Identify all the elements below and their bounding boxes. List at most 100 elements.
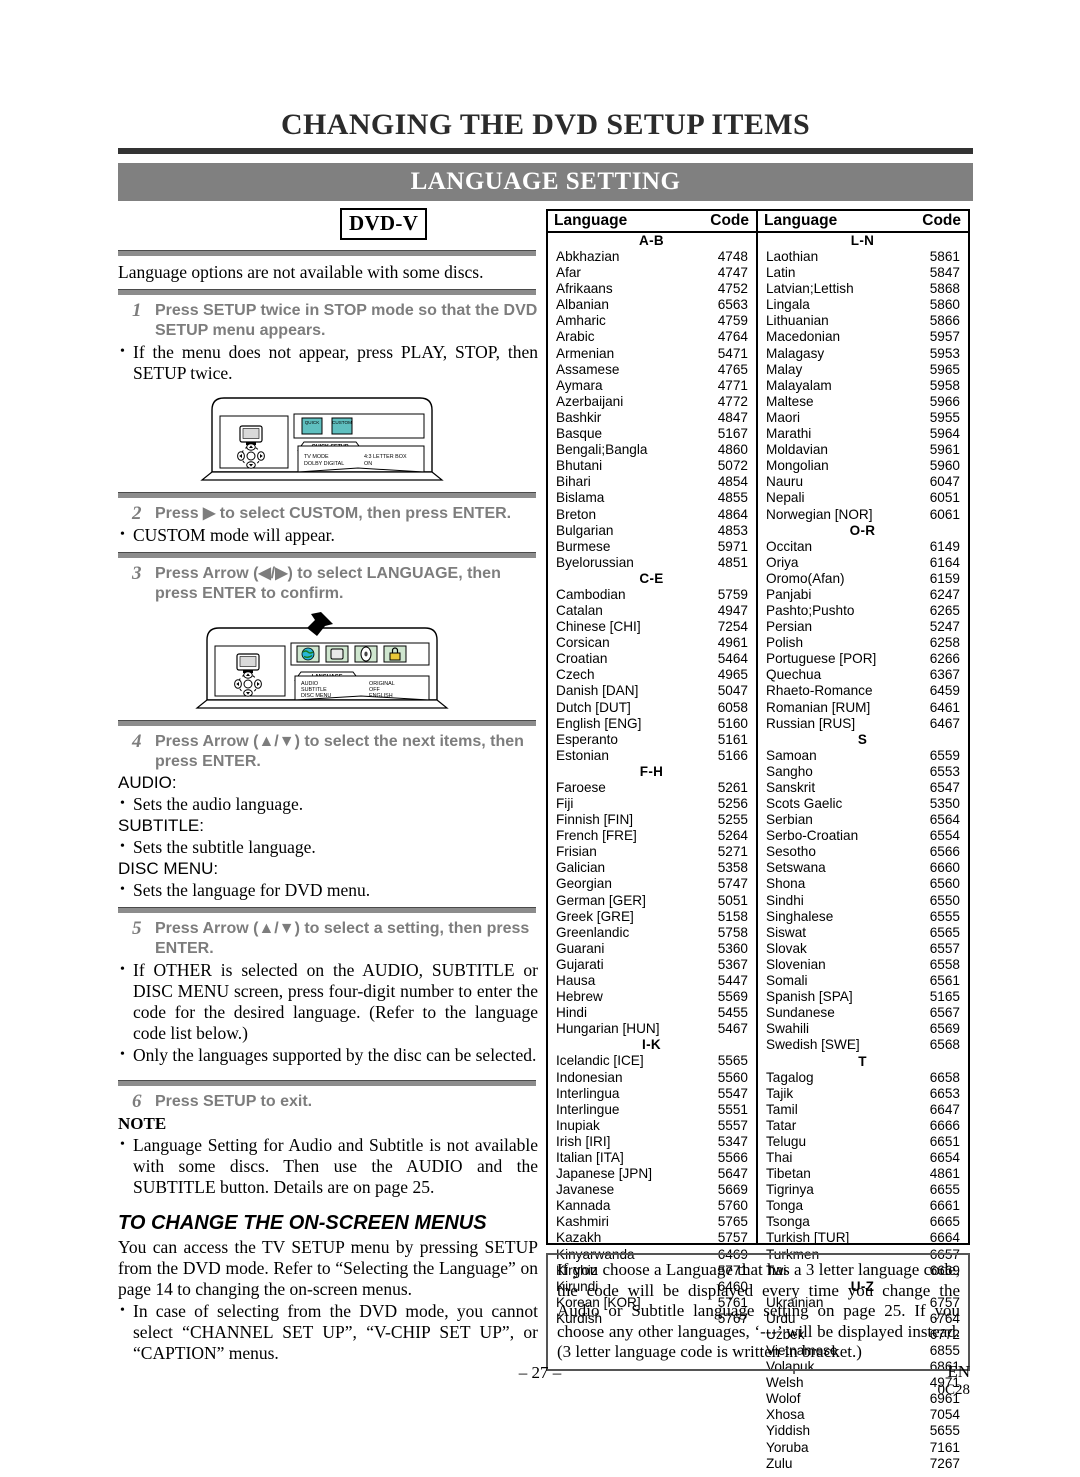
table-row: Hausa 5447 (554, 973, 749, 989)
divider (118, 1080, 536, 1086)
table-row: Breton 4864 (554, 507, 749, 523)
step-5-bullet-1: If OTHER is selected on the AUDIO, SUBTI… (118, 959, 538, 1044)
language-code: 5447 (717, 973, 748, 989)
language-name: Bulgarian (556, 522, 614, 538)
audio-label: AUDIO: (118, 773, 177, 792)
table-row: Tatar 6666 (764, 1118, 961, 1134)
language-code: 5261 (717, 779, 748, 795)
table-row: Nauru 6047 (764, 474, 961, 490)
step-3-number: 3 (132, 563, 142, 584)
language-name: Assamese (556, 361, 620, 377)
table-row: Shona 6560 (764, 876, 961, 892)
table-row: Basque 5167 (554, 426, 749, 442)
language-code: 7254 (717, 619, 748, 635)
table-row: Czech 4965 (554, 667, 749, 683)
table-column-left: Language Code A-B Abkhazian 4748 Afar 4747 Af… (548, 211, 758, 1326)
language-code: 6563 (717, 297, 748, 313)
language-name: Somali (766, 973, 808, 989)
language-code: 6559 (929, 747, 960, 763)
three-letter-code-note: If you choose a Language that has a 3 le… (546, 1253, 970, 1371)
language-code: 6058 (717, 699, 748, 715)
table-row: Siswat 6565 (764, 925, 961, 941)
language-name: Turkish [TUR] (766, 1230, 850, 1246)
tv-mode-label: TV MODE (304, 454, 329, 460)
language-code: 6561 (929, 973, 960, 989)
language-name: Sesotho (766, 844, 816, 860)
language-code: 6558 (929, 956, 960, 972)
language-name: Persian (766, 619, 813, 635)
table-row: Bengali;Bangla 4860 (554, 442, 749, 458)
language-name: Zulu (766, 1455, 793, 1471)
language-code: 5256 (717, 796, 748, 811)
language-name: Moldavian (766, 442, 828, 458)
section-banner-label: LANGUAGE SETTING (410, 168, 681, 195)
language-name: Afar (556, 265, 581, 281)
language-code: 4759 (717, 313, 748, 329)
language-code: 4747 (717, 265, 748, 281)
table-row: Guarani 5360 (554, 941, 749, 957)
table-row: Polish 6258 (764, 635, 961, 651)
language-code: 5557 (717, 1117, 748, 1133)
language-name: Corsican (556, 635, 610, 651)
step-6-number: 6 (132, 1091, 142, 1112)
language-name: Serbian (766, 812, 813, 828)
disc-menu-label: DISC MENU: (118, 859, 219, 878)
language-code: 5655 (929, 1423, 960, 1439)
language-name: Spanish [SPA] (766, 989, 853, 1005)
language-name: Italian [ITA] (556, 1149, 624, 1165)
language-code: 6461 (929, 699, 960, 715)
language-code: 5953 (929, 345, 960, 361)
disc-menu-description: Sets the language for DVD menu. (118, 879, 538, 901)
language-name: Danish [DAN] (556, 683, 639, 699)
step-1-bullet: If the menu does not appear, press PLAY,… (118, 341, 538, 384)
divider (118, 720, 536, 726)
table-row: Faroese 5261 (554, 780, 749, 796)
table-row: Mongolian 5960 (764, 458, 961, 474)
language-name: Frisian (556, 844, 597, 860)
table-row: Tonga 6661 (764, 1198, 961, 1214)
language-name: Pashto;Pushto (766, 602, 855, 618)
table-row: Norwegian [NOR] 6061 (764, 507, 961, 523)
language-name: Occitan (766, 538, 813, 554)
language-name: Cambodian (556, 586, 626, 602)
language-code: 5255 (717, 812, 748, 828)
table-row: Chinese [CHI] 7254 (554, 619, 749, 635)
language-code: 6367 (929, 667, 960, 683)
language-code: 5957 (929, 329, 960, 345)
language-name: Bashkir (556, 409, 602, 425)
table-row: Samoan 6559 (764, 748, 961, 764)
audio-description: Sets the audio language. (118, 793, 538, 815)
language-code: 4752 (717, 281, 748, 297)
table-row: Byelorussian 4851 (554, 555, 749, 571)
language-code: 6459 (929, 683, 960, 699)
language-code: 6564 (929, 812, 960, 828)
column-header-language: Language (764, 212, 838, 229)
language-code: 4765 (717, 361, 748, 377)
language-name: Tagalog (766, 1069, 814, 1085)
table-row: Inupiak 5557 (554, 1118, 749, 1134)
language-code: 5868 (929, 281, 960, 297)
step-2-text: Press ▶ to select CUSTOM, then press ENT… (155, 505, 512, 522)
step-3: 3 Press Arrow (◀/▶) to select LANGUAGE, … (132, 564, 538, 604)
language-name: Armenian (556, 345, 615, 361)
language-code: 5966 (929, 393, 960, 409)
language-name: Fiji (556, 796, 574, 811)
language-code: 6265 (929, 602, 960, 618)
table-row: Slovenian 6558 (764, 957, 961, 973)
table-row: Icelandic [ICE] 5565 (554, 1053, 749, 1069)
table-row: Aymara 4771 (554, 378, 749, 394)
language-code: 5758 (717, 924, 748, 940)
footer-doc-code: 0C28 (937, 1382, 970, 1398)
language-code: 5158 (717, 908, 748, 924)
language-name: Scots Gaelic (766, 796, 843, 811)
language-name: Irish [IRI] (556, 1133, 611, 1149)
table-row: Corsican 4961 (554, 635, 749, 651)
language-name: Croatian (556, 651, 608, 667)
step-6-text: Press SETUP to exit. (155, 1093, 313, 1110)
table-row: French [FRE] 5264 (554, 828, 749, 844)
step-1-number: 1 (132, 300, 142, 321)
intro-text: Language options are not available with … (118, 262, 484, 282)
language-name: Galician (556, 860, 606, 876)
step-5: 5 Press Arrow (▲/▼) to select a setting,… (132, 919, 538, 959)
language-name: Siswat (766, 924, 807, 940)
